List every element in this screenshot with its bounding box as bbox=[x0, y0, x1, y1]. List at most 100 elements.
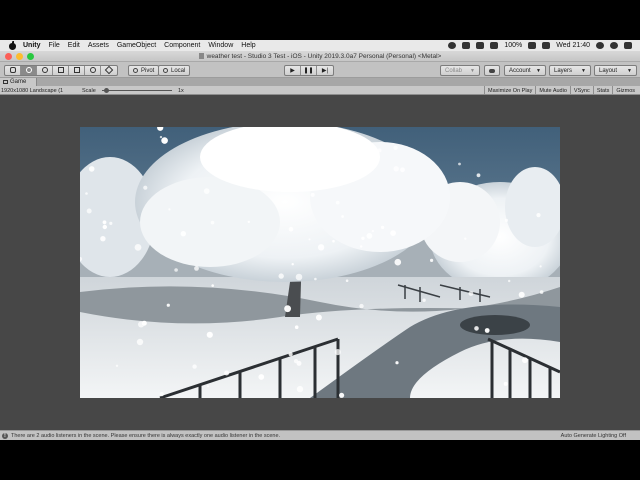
play-button[interactable]: ▶ bbox=[285, 66, 301, 75]
snowflake bbox=[363, 163, 369, 169]
snowflake bbox=[458, 162, 461, 166]
snowflake bbox=[468, 291, 474, 296]
time-machine-icon[interactable] bbox=[476, 42, 485, 49]
layers-dropdown[interactable]: Layers ▼ bbox=[549, 65, 591, 76]
snowflake bbox=[345, 279, 349, 282]
rect-tool-button[interactable] bbox=[69, 66, 85, 75]
user-icon[interactable] bbox=[610, 42, 618, 49]
rect-transform-icon bbox=[74, 67, 80, 73]
snowflake bbox=[390, 230, 396, 236]
rotate-tool-button[interactable] bbox=[37, 66, 53, 75]
step-button[interactable]: ▶| bbox=[317, 66, 333, 75]
snowflake bbox=[344, 131, 349, 136]
snowflake bbox=[102, 220, 107, 225]
layout-dropdown[interactable]: Layout ▼ bbox=[594, 65, 637, 76]
snowflake bbox=[102, 224, 107, 230]
gizmos-dropdown[interactable]: Gizmos bbox=[612, 86, 638, 95]
transform-tools bbox=[4, 65, 118, 76]
record-icon[interactable] bbox=[448, 42, 457, 49]
tab-game-label: Game bbox=[10, 79, 27, 85]
tab-game[interactable]: Game bbox=[0, 78, 38, 86]
snowflake bbox=[339, 392, 345, 398]
main-tree-canopy-left bbox=[140, 177, 280, 267]
snowflake bbox=[136, 338, 144, 346]
account-label: Account bbox=[509, 67, 531, 74]
menu-gameobject[interactable]: GameObject bbox=[117, 42, 156, 49]
snowflake bbox=[278, 273, 284, 279]
transform-icon bbox=[90, 67, 96, 73]
local-toggle[interactable]: Local bbox=[158, 65, 191, 76]
local-icon bbox=[163, 68, 168, 73]
menu-edit[interactable]: Edit bbox=[68, 42, 80, 49]
mute-audio-toggle[interactable]: Mute Audio bbox=[535, 86, 570, 95]
snowflake bbox=[393, 166, 399, 172]
game-render[interactable] bbox=[80, 127, 560, 398]
snowflake bbox=[237, 133, 240, 136]
scale-slider-track[interactable] bbox=[102, 90, 172, 91]
menu-help[interactable]: Help bbox=[241, 42, 255, 49]
game-viewport[interactable] bbox=[0, 95, 640, 430]
zoom-window-button[interactable] bbox=[27, 52, 34, 60]
menu-assets[interactable]: Assets bbox=[88, 42, 109, 49]
hand-icon bbox=[10, 67, 16, 73]
flag-icon[interactable] bbox=[542, 42, 551, 49]
playback-controls: ▶ ❚❚ ▶| bbox=[284, 65, 334, 76]
snowflake bbox=[210, 220, 215, 225]
apple-logo-icon[interactable] bbox=[8, 41, 17, 50]
stats-toggle[interactable]: Stats bbox=[592, 86, 613, 95]
snowflake bbox=[143, 185, 148, 190]
window-title-wrap: weather test - Studio 3 Test - iOS - Uni… bbox=[0, 52, 640, 60]
bridge-tunnel bbox=[460, 315, 530, 335]
snowflake bbox=[536, 213, 541, 218]
notification-center-icon[interactable] bbox=[624, 42, 632, 49]
close-window-button[interactable] bbox=[5, 52, 12, 60]
snowflake bbox=[376, 152, 379, 156]
pause-icon: ❚❚ bbox=[303, 68, 314, 74]
layers-label: Layers bbox=[554, 67, 573, 74]
snowflake bbox=[159, 392, 164, 397]
menu-app-name[interactable]: Unity bbox=[23, 42, 41, 49]
battery-icon[interactable] bbox=[528, 42, 537, 49]
clock[interactable]: Wed 21:40 bbox=[556, 42, 590, 49]
custom-tool-button[interactable] bbox=[101, 65, 117, 75]
resolution-dropdown[interactable]: 1920x1080 Landscape (1 bbox=[1, 87, 63, 94]
console-message[interactable]: There are 2 audio listeners in the scene… bbox=[11, 433, 280, 439]
snowflake bbox=[315, 139, 319, 143]
spotlight-search-icon[interactable] bbox=[596, 42, 604, 49]
cloud-button[interactable] bbox=[484, 65, 500, 76]
snowflake bbox=[284, 305, 291, 313]
collab-dropdown[interactable]: Collab ▼ bbox=[440, 65, 480, 76]
menu-file[interactable]: File bbox=[49, 42, 60, 49]
snowflake bbox=[308, 238, 311, 241]
snowflake bbox=[141, 320, 147, 326]
scale-slider-thumb[interactable] bbox=[103, 88, 109, 93]
wifi-icon[interactable] bbox=[490, 42, 499, 49]
wrench-icon bbox=[104, 65, 114, 75]
snowflake bbox=[295, 273, 303, 281]
bluetooth-icon[interactable] bbox=[462, 42, 471, 49]
scale-tool-button[interactable] bbox=[53, 66, 69, 75]
vsync-toggle[interactable]: VSync bbox=[569, 86, 593, 95]
snowflake bbox=[366, 233, 373, 239]
document-icon bbox=[198, 52, 204, 59]
maximize-on-play-toggle[interactable]: Maximize On Play bbox=[484, 86, 535, 95]
play-icon: ▶ bbox=[290, 68, 295, 74]
hand-tool-button[interactable] bbox=[5, 66, 21, 75]
status-bar: ! There are 2 audio listeners in the sce… bbox=[0, 430, 640, 440]
pivot-toggle[interactable]: Pivot bbox=[128, 65, 160, 76]
snowflake bbox=[341, 215, 344, 218]
snowflake bbox=[287, 144, 295, 151]
snowflake bbox=[522, 357, 528, 364]
move-tool-button[interactable] bbox=[21, 66, 37, 75]
account-dropdown[interactable]: Account ▼ bbox=[504, 65, 546, 76]
transform-tool-button[interactable] bbox=[85, 66, 101, 75]
snowflake bbox=[539, 290, 544, 294]
snowflake bbox=[86, 208, 92, 214]
minimize-window-button[interactable] bbox=[16, 52, 23, 60]
snowflake bbox=[296, 385, 304, 393]
menu-component[interactable]: Component bbox=[164, 42, 200, 49]
pause-button[interactable]: ❚❚ bbox=[301, 66, 317, 75]
snowflake bbox=[100, 236, 106, 242]
menu-window[interactable]: Window bbox=[208, 42, 233, 49]
snowflake bbox=[484, 328, 490, 333]
